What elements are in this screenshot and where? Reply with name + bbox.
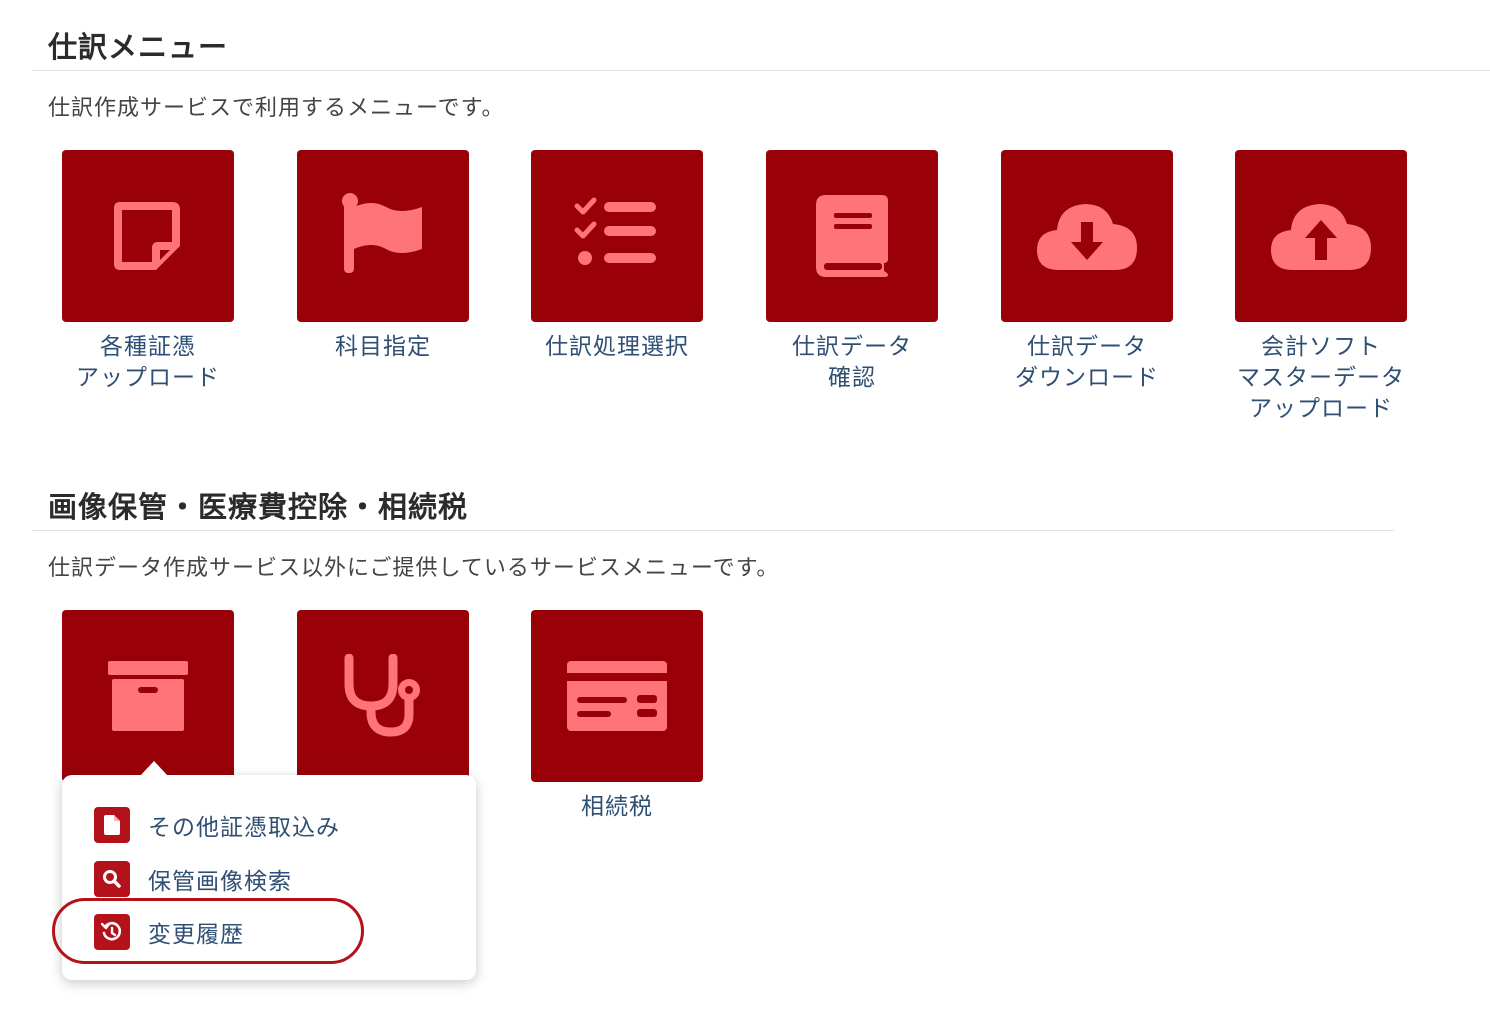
section-description: 仕訳データ作成サービス以外にご提供しているサービスメニューです。 [48, 556, 780, 581]
book-icon [816, 195, 888, 277]
popup-item-label[interactable]: 保管画像検索 [148, 862, 292, 896]
history-icon [94, 914, 130, 950]
popup-item-change-history[interactable]: 変更履歴 [94, 914, 244, 950]
popup-arrow [140, 761, 168, 776]
tile-icon-box[interactable] [62, 150, 234, 322]
tile-label: 仕訳データ ダウンロード [1015, 334, 1159, 391]
section-title-journal-menu: 仕訳メニュー [48, 30, 229, 64]
checklist-icon [574, 197, 656, 265]
tile-label: 科目指定 [335, 334, 431, 360]
popup-item-other-evidence-import[interactable]: その他証憑取込み [94, 807, 340, 843]
cloud-download-icon [1037, 204, 1137, 270]
tile-icon-box[interactable] [1235, 150, 1407, 322]
section-description: 仕訳作成サービスで利用するメニューです。 [48, 96, 505, 121]
popup-item-label[interactable]: その他証憑取込み [148, 808, 340, 842]
archive-box-icon [108, 661, 188, 731]
page: 仕訳メニュー 仕訳作成サービスで利用するメニューです。 各種証憑 アップロード … [0, 0, 1490, 1015]
tile-label: 相続税 [581, 794, 653, 820]
popup-item-stored-image-search[interactable]: 保管画像検索 [94, 861, 292, 897]
popup-item-label[interactable]: 変更履歴 [148, 915, 244, 949]
tile-icon-box[interactable] [62, 610, 234, 782]
sticky-note-icon [114, 202, 180, 270]
tile-journal-processing-select[interactable]: 仕訳処理選択 [531, 150, 703, 363]
tile-label: 会計ソフト マスターデータ アップロード [1237, 334, 1405, 422]
flag-icon [342, 193, 422, 273]
tile-icon-box[interactable] [297, 610, 469, 782]
tile-accounting-master-upload[interactable]: 会計ソフト マスターデータ アップロード [1235, 150, 1407, 425]
search-icon [94, 861, 130, 897]
section-divider [32, 530, 1394, 531]
tile-inheritance-tax[interactable]: 相続税 [531, 610, 703, 823]
section-divider [32, 70, 1490, 71]
id-card-icon [567, 661, 667, 731]
tile-icon-box[interactable] [297, 150, 469, 322]
cloud-upload-icon [1271, 204, 1371, 270]
tile-label: 仕訳データ 確認 [792, 334, 912, 391]
tile-medical-deduction[interactable] [297, 610, 469, 792]
file-icon [94, 807, 130, 843]
tile-account-designation[interactable]: 科目指定 [297, 150, 469, 363]
image-storage-popup-menu: その他証憑取込み 保管画像検索 変更履歴 [62, 775, 476, 980]
tile-evidence-upload[interactable]: 各種証憑 アップロード [62, 150, 234, 394]
tile-journal-data-confirm[interactable]: 仕訳データ 確認 [766, 150, 938, 394]
tile-icon-box[interactable] [531, 610, 703, 782]
tile-icon-box[interactable] [1001, 150, 1173, 322]
tile-label: 仕訳処理選択 [545, 334, 689, 360]
section-title-image-storage: 画像保管・医療費控除・相続税 [48, 490, 469, 524]
tile-icon-box[interactable] [766, 150, 938, 322]
tile-label: 各種証憑 アップロード [76, 334, 220, 391]
tile-icon-box[interactable] [531, 150, 703, 322]
tile-journal-data-download[interactable]: 仕訳データ ダウンロード [1001, 150, 1173, 394]
stethoscope-icon [344, 654, 420, 737]
